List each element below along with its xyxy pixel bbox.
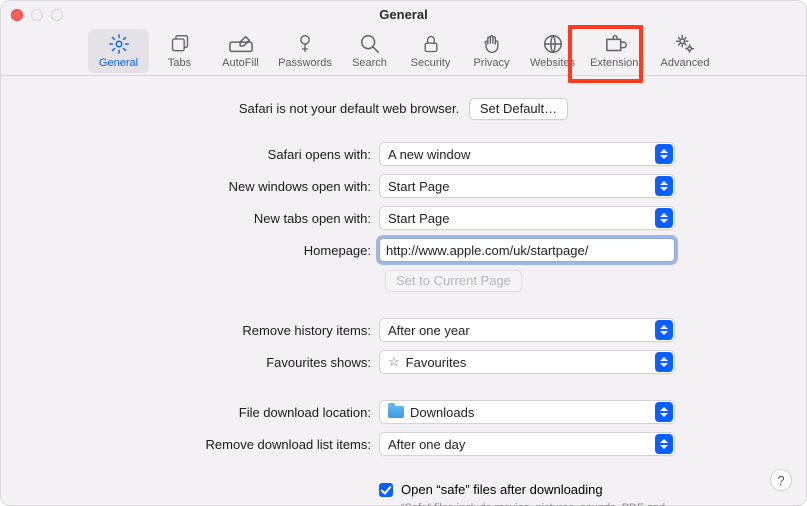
- tab-label: Search: [352, 57, 387, 69]
- new-windows-select[interactable]: Start Page: [379, 174, 675, 198]
- gears-icon: [671, 33, 699, 55]
- select-value: After one day: [388, 437, 465, 452]
- select-value: Downloads: [410, 405, 474, 420]
- set-current-page-button[interactable]: Set to Current Page: [385, 270, 522, 292]
- preferences-window: General General Tabs: [0, 0, 807, 506]
- new-tabs-select[interactable]: Start Page: [379, 206, 675, 230]
- download-location-label: File download location:: [31, 405, 371, 420]
- globe-icon: [539, 33, 567, 55]
- select-value: Start Page: [388, 179, 449, 194]
- tab-extensions[interactable]: Extensions: [583, 29, 651, 73]
- chevron-updown-icon: [655, 352, 673, 372]
- pencil-field-icon: [227, 33, 255, 55]
- remove-history-label: Remove history items:: [31, 323, 371, 338]
- settings-form: Safari opens with: A new window New wind…: [31, 142, 776, 506]
- help-button[interactable]: ?: [770, 469, 792, 491]
- folder-icon: [388, 406, 404, 418]
- set-default-button[interactable]: Set Default…: [469, 98, 568, 120]
- tab-label: Security: [411, 57, 451, 69]
- tab-privacy[interactable]: Privacy: [461, 29, 522, 73]
- open-safe-files-helptext: “Safe” files include movies, pictures, s…: [401, 501, 679, 506]
- safari-opens-label: Safari opens with:: [31, 147, 371, 162]
- gear-icon: [105, 33, 133, 55]
- tab-label: Tabs: [168, 57, 191, 69]
- key-icon: [291, 33, 319, 55]
- chevron-updown-icon: [655, 176, 673, 196]
- star-icon: ☆: [388, 354, 400, 370]
- titlebar: General: [1, 1, 806, 25]
- general-pane: Safari is not your default web browser. …: [1, 76, 806, 506]
- window-title: General: [1, 7, 806, 22]
- homepage-input[interactable]: [379, 238, 675, 262]
- safari-opens-select[interactable]: A new window: [379, 142, 675, 166]
- favourites-select[interactable]: ☆ Favourites: [379, 350, 675, 374]
- tab-passwords[interactable]: Passwords: [271, 29, 339, 73]
- chevron-updown-icon: [655, 320, 673, 340]
- tab-advanced[interactable]: Advanced: [651, 29, 719, 73]
- tab-label: Advanced: [661, 57, 710, 69]
- download-location-select[interactable]: Downloads: [379, 400, 675, 424]
- select-value: A new window: [388, 147, 470, 162]
- chevron-updown-icon: [655, 434, 673, 454]
- homepage-label: Homepage:: [31, 243, 371, 258]
- tab-general[interactable]: General: [88, 29, 149, 73]
- tab-security[interactable]: Security: [400, 29, 461, 73]
- puzzle-icon: [603, 33, 631, 55]
- remove-downloads-label: Remove download list items:: [31, 437, 371, 452]
- tab-label: General: [99, 57, 138, 69]
- default-browser-text: Safari is not your default web browser.: [239, 101, 459, 116]
- tab-label: Extensions: [590, 57, 644, 69]
- chevron-updown-icon: [655, 208, 673, 228]
- chevron-updown-icon: [655, 144, 673, 164]
- tab-label: Passwords: [278, 57, 332, 69]
- new-tabs-label: New tabs open with:: [31, 211, 371, 226]
- tab-label: Privacy: [473, 57, 509, 69]
- favourites-label: Favourites shows:: [31, 355, 371, 370]
- select-value: Start Page: [388, 211, 449, 226]
- open-safe-files-label[interactable]: Open “safe” files after downloading: [401, 482, 679, 497]
- select-value: Favourites: [406, 355, 467, 370]
- tab-websites[interactable]: Websites: [522, 29, 583, 73]
- tab-search[interactable]: Search: [339, 29, 400, 73]
- remove-downloads-select[interactable]: After one day: [379, 432, 675, 456]
- tab-autofill[interactable]: AutoFill: [210, 29, 271, 73]
- tabs-icon: [166, 33, 194, 55]
- select-value: After one year: [388, 323, 470, 338]
- lock-icon: [417, 33, 445, 55]
- hand-icon: [478, 33, 506, 55]
- chevron-updown-icon: [655, 402, 673, 422]
- search-icon: [356, 33, 384, 55]
- open-safe-files-checkbox[interactable]: [379, 483, 393, 497]
- remove-history-select[interactable]: After one year: [379, 318, 675, 342]
- default-browser-banner: Safari is not your default web browser. …: [31, 98, 776, 120]
- tab-label: AutoFill: [222, 57, 259, 69]
- new-windows-label: New windows open with:: [31, 179, 371, 194]
- preferences-toolbar: General Tabs AutoFill: [1, 25, 806, 76]
- tab-label: Websites: [530, 57, 575, 69]
- tab-tabs[interactable]: Tabs: [149, 29, 210, 73]
